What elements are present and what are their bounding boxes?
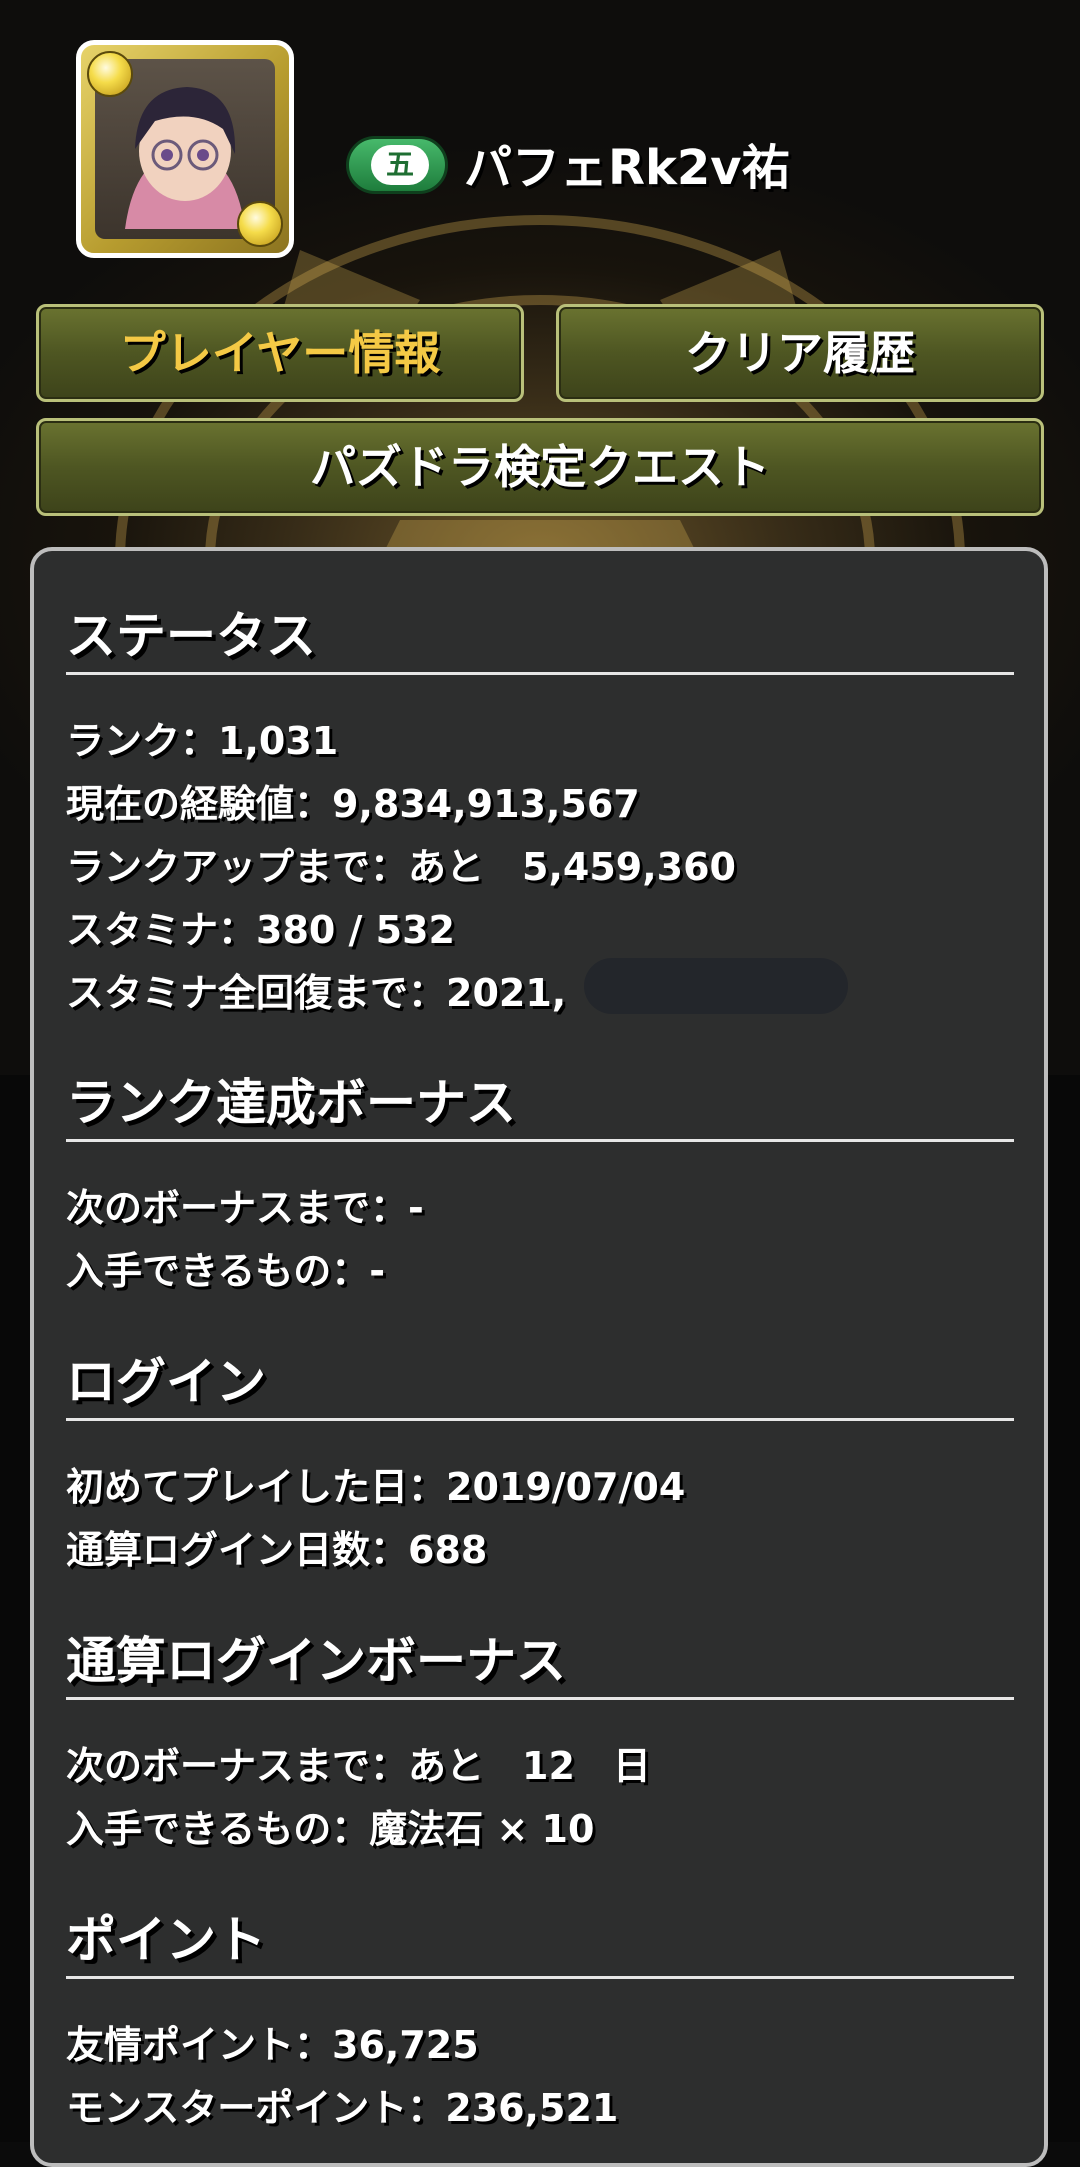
status-stamina-full: スタミナ全回復まで：2021, — [66, 971, 567, 1015]
section-heading-points: ポイント — [66, 1911, 266, 1969]
section-heading-login-bonus: 通算ログインボーナス — [66, 1632, 566, 1690]
section-divider — [66, 1697, 1014, 1700]
light-orb-icon — [87, 51, 133, 97]
light-orb-icon — [237, 201, 283, 247]
section-heading-login: ログイン — [66, 1353, 266, 1411]
player-avatar[interactable] — [76, 40, 294, 258]
tab-puzzle-quest[interactable]: パズドラ検定クエスト — [36, 418, 1044, 516]
section-heading-status: ステータス — [66, 607, 316, 665]
tab-player-info[interactable]: プレイヤー情報 — [36, 304, 524, 402]
status-rank: ランク：1,031 — [66, 719, 339, 763]
section-divider — [66, 1976, 1014, 1979]
points-friend: 友情ポイント：36,725 — [66, 2023, 479, 2067]
status-stamina: スタミナ：380 / 532 — [66, 908, 455, 952]
rank-badge: 五 — [346, 136, 448, 194]
section-divider — [66, 672, 1014, 675]
section-divider — [66, 1418, 1014, 1421]
player-name: パフェRk2v祐 — [464, 140, 790, 196]
section-divider — [66, 1139, 1014, 1142]
redaction-mask — [584, 958, 848, 1014]
login-total-days: 通算ログイン日数：688 — [66, 1528, 488, 1572]
tab-clear-history[interactable]: クリア履歴 — [556, 304, 1044, 402]
section-heading-rank-bonus: ランク達成ボーナス — [66, 1074, 516, 1132]
login-first-play: 初めてプレイした日：2019/07/04 — [66, 1465, 686, 1509]
rank-bonus-reward: 入手できるもの：- — [66, 1249, 386, 1293]
status-rankup: ランクアップまで：あと 5,459,360 — [66, 845, 736, 889]
rank-bonus-next: 次のボーナスまで：- — [66, 1186, 424, 1230]
rank-badge-label: 五 — [371, 145, 429, 185]
status-exp: 現在の経験値：9,834,913,567 — [66, 782, 640, 826]
points-monster: モンスターポイント：236,521 — [66, 2086, 619, 2130]
login-bonus-reward: 入手できるもの：魔法石 × 10 — [66, 1807, 595, 1851]
login-bonus-next: 次のボーナスまで：あと 12 日 — [66, 1744, 651, 1788]
